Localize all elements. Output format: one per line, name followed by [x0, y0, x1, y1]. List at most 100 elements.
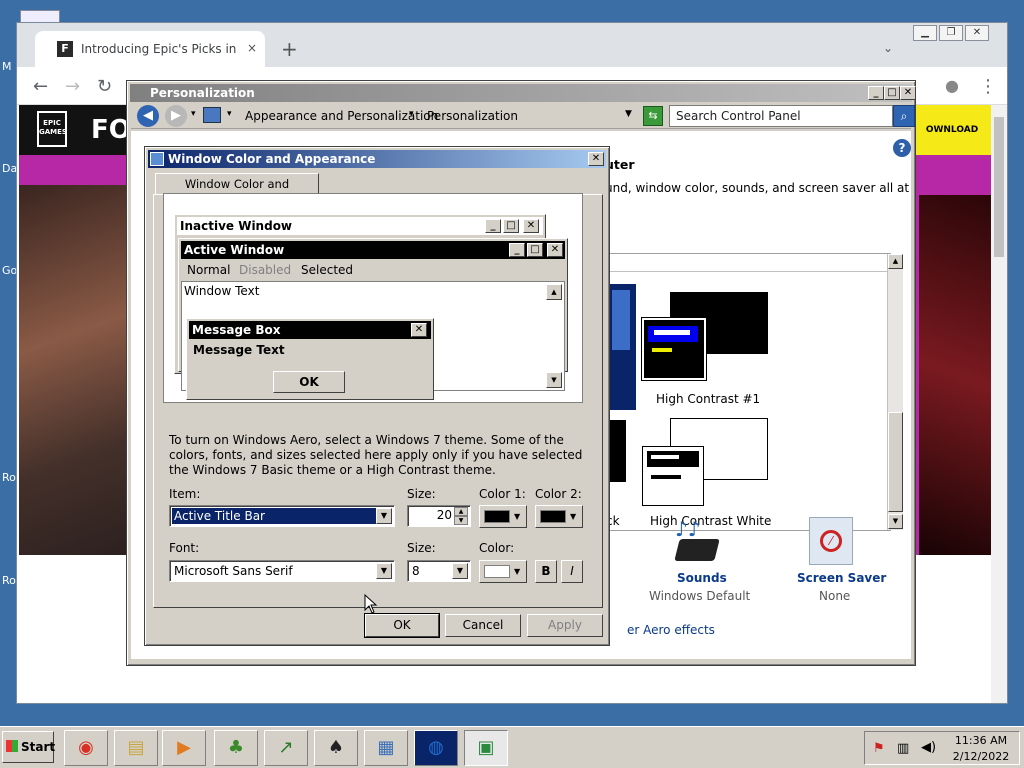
- tab-window-color[interactable]: Window Color and Appearance: [155, 173, 319, 211]
- hero-character-right: [919, 195, 995, 555]
- volume-icon[interactable]: ◀): [921, 740, 936, 755]
- browser-tab[interactable]: F Introducing Epic's Picks in Fortnite C…: [35, 31, 265, 67]
- theme-label[interactable]: High Contrast #1: [656, 392, 760, 406]
- globe-taskbar-icon[interactable]: ◍: [414, 730, 458, 766]
- theme-gallery: High Contrast #1 ck High Contrast White: [605, 253, 892, 531]
- theme-scrollbar[interactable]: ▲ ▼: [887, 254, 903, 530]
- profile-icon[interactable]: ●: [945, 76, 959, 95]
- fortnite-favicon-icon: F: [57, 41, 73, 57]
- tab-close-icon[interactable]: ×: [247, 41, 257, 55]
- start-button[interactable]: Start: [2, 731, 55, 763]
- chevron-down-icon[interactable]: ▼: [376, 508, 392, 524]
- font-color-button[interactable]: ▼: [479, 560, 527, 583]
- reload-icon[interactable]: ↻: [97, 76, 112, 97]
- color2-swatch: [540, 510, 566, 523]
- item-size-spinner[interactable]: 20 ▲ ▼: [407, 505, 471, 527]
- spinner-down-icon[interactable]: ▼: [454, 516, 468, 525]
- tab-search-icon[interactable]: ⌄: [883, 41, 893, 55]
- item-select[interactable]: Active Title Bar ▼: [169, 505, 395, 527]
- solitaire-taskbar-icon[interactable]: ♠: [314, 730, 358, 766]
- scroll-up-button[interactable]: ▲: [888, 254, 903, 269]
- ok-button[interactable]: OK: [364, 613, 440, 638]
- screen-saver-link[interactable]: Screen Saver: [797, 571, 886, 585]
- forward-icon[interactable]: →: [65, 76, 80, 97]
- breadcrumb-personalization[interactable]: Personalization: [427, 109, 518, 123]
- scroll-thumb[interactable]: [994, 117, 1004, 257]
- search-icon[interactable]: ⌕: [893, 105, 915, 127]
- desktop-icon-label: Ro: [2, 471, 16, 484]
- chart-taskbar-icon[interactable]: ↗: [264, 730, 308, 766]
- address-dropdown-icon[interactable]: ▼: [625, 109, 632, 119]
- help-icon[interactable]: ?: [893, 139, 911, 157]
- clock-date[interactable]: 2/12/2022: [949, 750, 1013, 763]
- personalization-title-bar[interactable]: Personalization _ □ ✕: [130, 84, 916, 102]
- italic-button[interactable]: I: [561, 560, 583, 583]
- chrome-taskbar-icon[interactable]: ◉: [64, 730, 108, 766]
- apply-button[interactable]: Apply: [527, 614, 603, 637]
- chevron-down-icon[interactable]: ▼: [376, 563, 392, 579]
- back-icon[interactable]: ←: [33, 76, 48, 97]
- frog-taskbar-icon[interactable]: ♣: [214, 730, 258, 766]
- network-icon[interactable]: ▥: [897, 741, 909, 756]
- bold-button[interactable]: B: [535, 560, 557, 583]
- action-center-icon[interactable]: ⚑: [873, 741, 885, 756]
- theme-group-header: [606, 254, 892, 272]
- breadcrumb-arrow-icon[interactable]: ▾: [409, 109, 414, 119]
- menu-icon[interactable]: ⋮: [979, 76, 997, 97]
- menu-disabled: Disabled: [239, 263, 292, 277]
- menu-selected: Selected: [301, 263, 354, 277]
- scroll-thumb[interactable]: [888, 412, 903, 512]
- sounds-icon[interactable]: ♪♪: [671, 517, 727, 565]
- chevron-down-icon[interactable]: ▼: [452, 563, 468, 579]
- clock-time[interactable]: 11:36 AM: [949, 734, 1013, 747]
- back-icon[interactable]: ◀: [137, 105, 159, 127]
- color1-button[interactable]: ▼: [479, 505, 527, 528]
- screen-saver-icon[interactable]: ⁄: [809, 517, 853, 565]
- recent-pages-icon[interactable]: ▾: [191, 109, 196, 119]
- no-symbol-icon: ⁄: [820, 530, 842, 552]
- restore-button[interactable]: ❐: [939, 25, 963, 41]
- minimize-button[interactable]: _: [868, 86, 884, 100]
- search-control-panel-input[interactable]: Search Control Panel: [669, 105, 893, 127]
- minimize-button[interactable]: ▁: [913, 25, 937, 41]
- sounds-link[interactable]: Sounds: [677, 571, 727, 585]
- control-panel-taskbar-icon[interactable]: ▦: [364, 730, 408, 766]
- maximize-button[interactable]: □: [884, 86, 900, 100]
- aero-effects-link[interactable]: er Aero effects: [627, 623, 715, 637]
- color2-button[interactable]: ▼: [535, 505, 583, 528]
- item-size-value: 20: [436, 508, 452, 522]
- appearance-preview[interactable]: Inactive Window _ □ ✕ Active Window _ □ …: [163, 193, 583, 403]
- cancel-button[interactable]: Cancel: [445, 614, 521, 637]
- tab-bar: F Introducing Epic's Picks in Fortnite C…: [17, 23, 1007, 67]
- close-button[interactable]: ✕: [900, 86, 916, 100]
- epic-games-logo[interactable]: EPIC GAMES: [37, 111, 67, 147]
- dialog-close-button[interactable]: ✕: [588, 152, 604, 166]
- personalization-description: und, window color, sounds, and screen sa…: [605, 181, 910, 195]
- scroll-down-button[interactable]: ▼: [888, 514, 903, 529]
- personalization-title: Personalization: [150, 86, 255, 100]
- active-window-title: Active Window: [181, 241, 565, 259]
- spinner-up-icon[interactable]: ▲: [454, 507, 468, 516]
- maximize-icon: □: [503, 219, 519, 233]
- breadcrumb-root-arrow-icon[interactable]: ▾: [227, 109, 232, 119]
- hcw-titlebar: [647, 451, 699, 467]
- media-player-taskbar-icon[interactable]: ▶: [162, 730, 206, 766]
- explorer-taskbar-icon[interactable]: ▤: [114, 730, 158, 766]
- display-taskbar-icon[interactable]: ▣: [464, 730, 508, 766]
- font-size-value: 8: [412, 564, 420, 578]
- address-bar: ◀ ▶ ▾ ▾ Appearance and Personalization ▾…: [131, 103, 915, 129]
- browser-scrollbar[interactable]: [991, 105, 1007, 703]
- new-tab-button[interactable]: +: [281, 37, 298, 61]
- refresh-icon[interactable]: ⇆: [643, 106, 663, 126]
- close-icon: ✕: [411, 323, 427, 337]
- desktop-icon-label: Da: [2, 162, 18, 175]
- font-size-select[interactable]: 8 ▼: [407, 560, 471, 582]
- font-select[interactable]: Microsoft Sans Serif ▼: [169, 560, 395, 582]
- hcw-text: [651, 475, 681, 479]
- forward-icon[interactable]: ▶: [165, 105, 187, 127]
- download-button[interactable]: OWNLOAD: [911, 105, 993, 155]
- screen-saver-value: None: [819, 589, 851, 603]
- dialog-title-bar[interactable]: Window Color and Appearance ✕: [148, 150, 606, 168]
- sounds-note: ♪♪: [675, 517, 701, 541]
- close-button[interactable]: ✕: [965, 25, 989, 41]
